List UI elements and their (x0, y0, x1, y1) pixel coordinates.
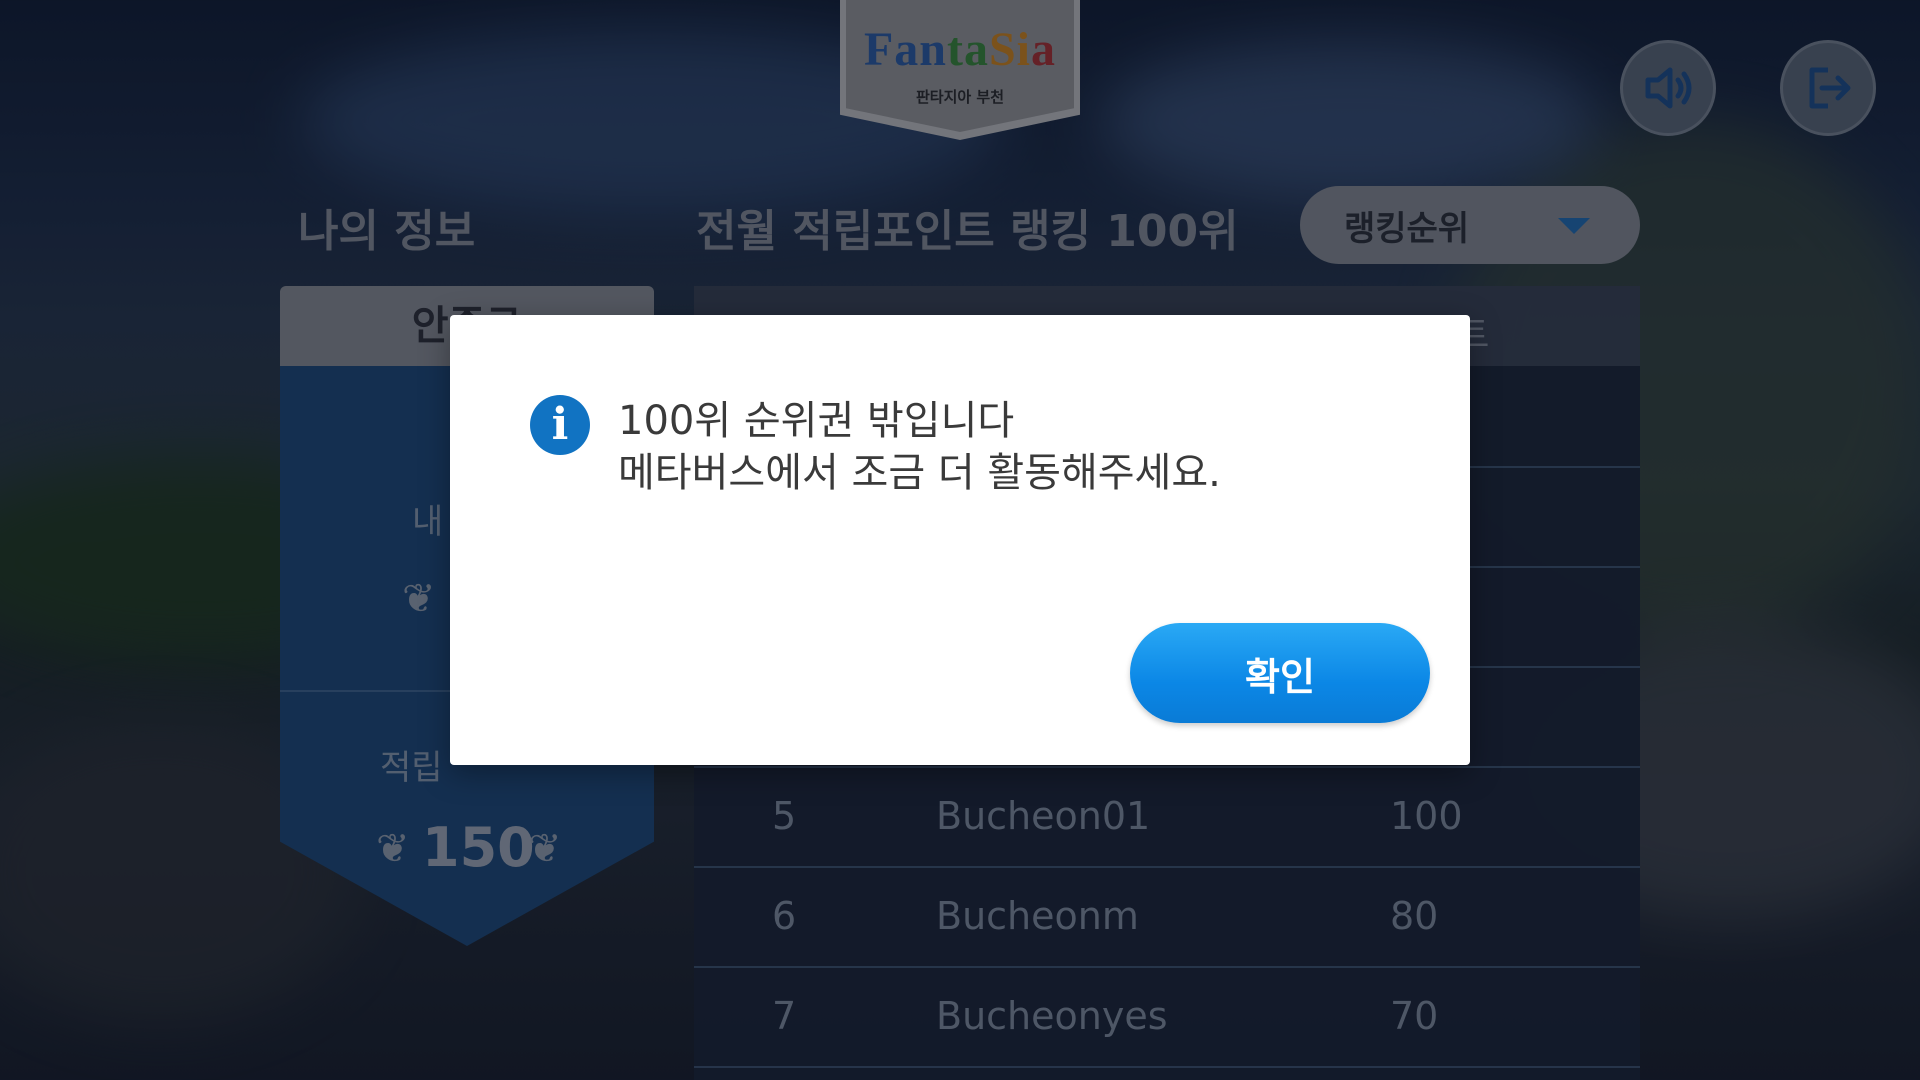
alert-message-line2: 메타버스에서 조금 더 활동해주세요. (618, 450, 1221, 496)
confirm-button[interactable]: 확인 (1130, 623, 1430, 723)
alert-message: 100위 순위권 밖입니다 메타버스에서 조금 더 활동해주세요. (618, 395, 1221, 499)
alert-message-line1: 100위 순위권 밖입니다 (618, 398, 1015, 444)
alert-dialog: i 100위 순위권 밖입니다 메타버스에서 조금 더 활동해주세요. 확인 (450, 315, 1470, 765)
info-icon: i (530, 395, 590, 455)
